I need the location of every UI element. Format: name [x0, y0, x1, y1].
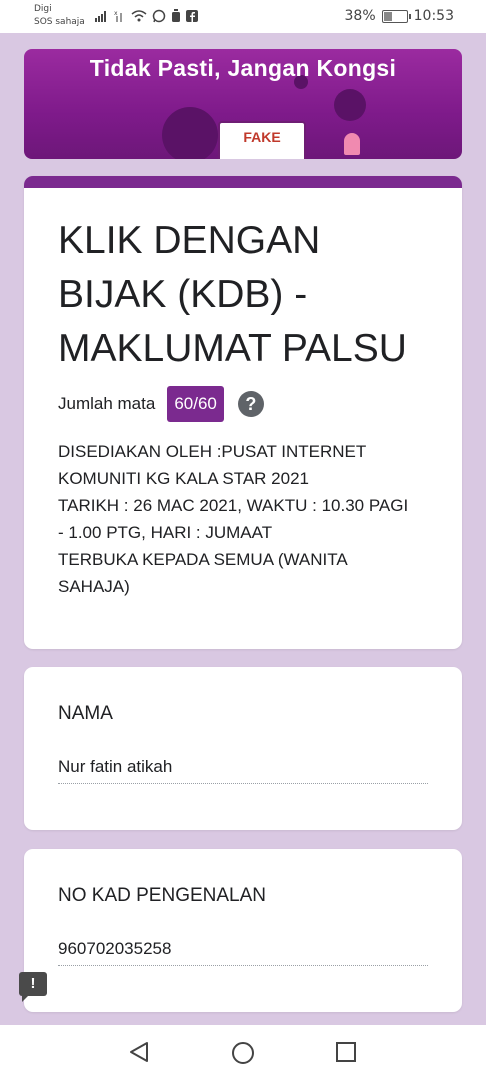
- whatsapp-icon: [152, 9, 166, 23]
- score-row: Jumlah mata 60/60 ?: [58, 386, 264, 422]
- report-problem-icon[interactable]: !: [19, 972, 47, 1002]
- battery-percent: 38%: [344, 8, 376, 24]
- score-label: Jumlah mata: [58, 394, 156, 413]
- question-label-name: NAMA: [58, 703, 113, 724]
- virus-icon: [162, 107, 218, 159]
- battery-level: [383, 11, 392, 21]
- virus-icon: [334, 89, 366, 121]
- signal-off-icon: x: [114, 10, 122, 22]
- clock: 10:53: [413, 8, 454, 24]
- notification-icon: [172, 9, 180, 22]
- status-right: 38% 10:53: [345, 8, 454, 24]
- carrier-sos: SOS sahaja: [34, 17, 85, 27]
- fake-card: FAKE: [218, 121, 306, 159]
- battery-icon: [381, 9, 411, 23]
- signal-icon: [95, 11, 106, 22]
- question-label-ic: NO KAD PENGENALAN: [58, 885, 266, 906]
- banner-title: Tidak Pasti, Jangan Kongsi: [89, 55, 397, 81]
- status-icons: x: [95, 9, 198, 23]
- recent-apps-icon[interactable]: [335, 1041, 357, 1063]
- help-icon[interactable]: ?: [237, 391, 264, 417]
- answer-ic: 960702035258: [58, 939, 428, 966]
- back-icon[interactable]: [128, 1041, 150, 1063]
- svg-text:x: x: [114, 10, 118, 17]
- form-title: KLIK DENGAN BIJAK (KDB) - MAKLUMAT PALSU: [58, 219, 407, 370]
- carrier-name: Digi: [34, 4, 52, 14]
- navigation-bar: [0, 1025, 486, 1080]
- form-title-card: KLIK DENGAN BIJAK (KDB) - MAKLUMAT PALSU…: [24, 176, 462, 649]
- wifi-icon: [131, 10, 147, 22]
- home-icon[interactable]: [231, 1041, 255, 1065]
- status-bar: Digi SOS sahaja x 38% 10:53: [0, 0, 486, 33]
- answer-name: Nur fatin atikah: [58, 757, 428, 784]
- carrier-info: Digi SOS sahaja: [34, 3, 85, 29]
- question-card: NAMA Nur fatin atikah: [24, 667, 462, 830]
- question-card: NO KAD PENGENALAN 960702035258: [24, 849, 462, 1012]
- facebook-icon: [186, 10, 198, 22]
- form-header-image: FAKE Tidak Pasti, Jangan Kongsi: [24, 49, 462, 159]
- person-figure: [344, 133, 360, 155]
- form-description: DISEDIAKAN OLEH :PUSAT INTERNET KOMUNITI…: [58, 442, 409, 596]
- score-badge: 60/60: [167, 386, 224, 422]
